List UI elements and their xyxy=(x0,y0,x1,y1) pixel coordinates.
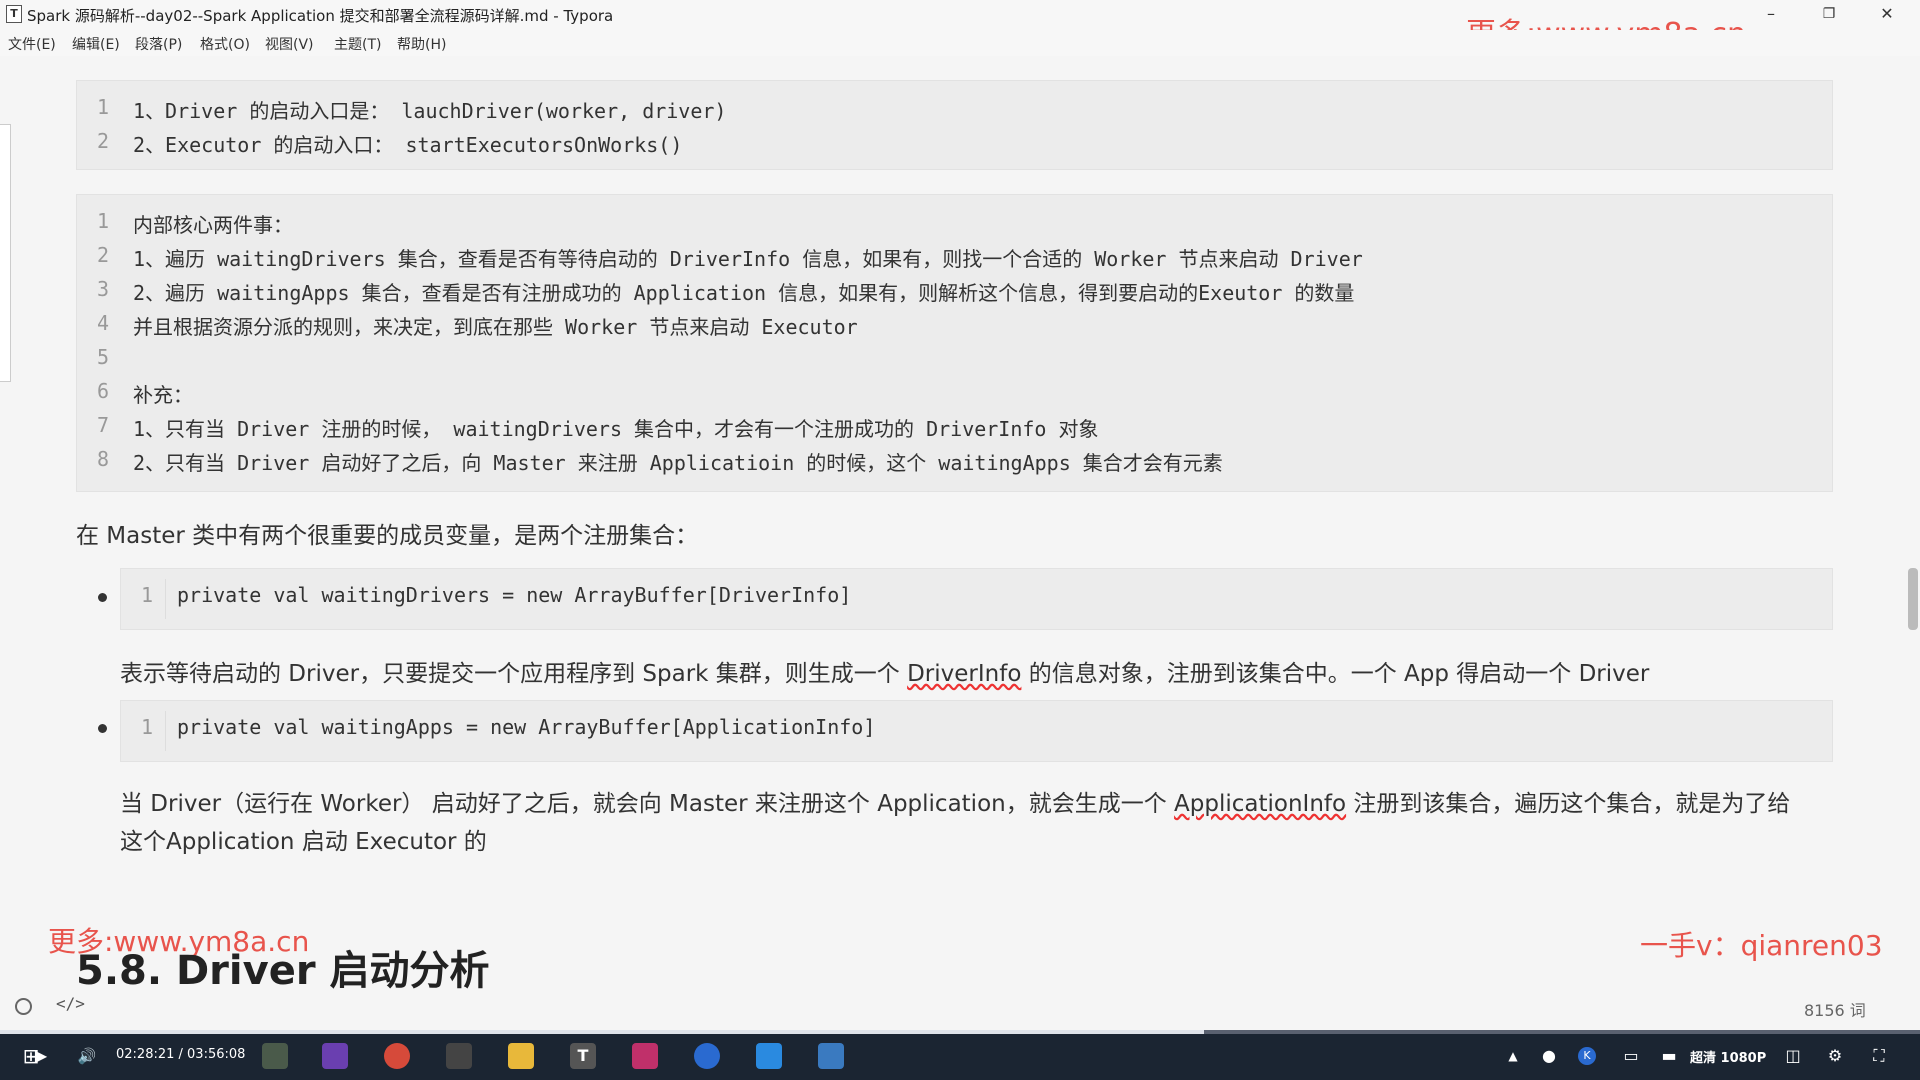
menu-bar: 文件(E) 编辑(E) 段落(P) 格式(O) 视图(V) 主题(T) 帮助(H… xyxy=(0,30,1920,56)
source-mode-icon[interactable]: </> xyxy=(56,994,85,1013)
video-quality[interactable]: 超清 1080P xyxy=(1690,1047,1766,1066)
restore-button[interactable]: ❐ xyxy=(1806,0,1852,30)
chevron-up-icon[interactable]: ▲ xyxy=(1500,1043,1526,1069)
code-text: 并且根据资源分派的规则，来决定，到底在那些 Worker 节点来启动 Execu… xyxy=(133,315,858,339)
chrome-icon[interactable] xyxy=(384,1043,410,1069)
minimize-button[interactable]: – xyxy=(1748,0,1794,30)
menu-view[interactable]: 视图(V) xyxy=(265,34,314,54)
word-count[interactable]: 8156 词 xyxy=(1804,997,1866,1021)
file-explorer-icon[interactable] xyxy=(508,1043,534,1069)
volume-icon[interactable]: 🔊 xyxy=(74,1043,100,1069)
playback-time: 02:28:21 / 03:56:08 xyxy=(116,1047,246,1062)
video-progress-bar[interactable] xyxy=(0,1030,1920,1034)
keyboard-icon[interactable]: ▬ xyxy=(1656,1043,1682,1069)
paragraph-master-members: 在 Master 类中有两个很重要的成员变量，是两个注册集合： xyxy=(76,523,699,549)
video-progress-fill xyxy=(0,1030,1204,1034)
line-number: 2 xyxy=(96,129,109,153)
scrollbar-thumb[interactable] xyxy=(1908,568,1918,630)
line-number: 1 xyxy=(140,715,153,739)
fullscreen-icon[interactable]: ⛶ xyxy=(1866,1043,1892,1069)
close-button[interactable]: ✕ xyxy=(1864,0,1910,30)
screenshot-icon[interactable]: ◫ xyxy=(1780,1043,1806,1069)
typora-app-icon: T xyxy=(6,5,22,23)
blue-app-icon[interactable] xyxy=(756,1043,782,1069)
k-tray-icon[interactable]: K xyxy=(1578,1047,1596,1065)
unity-icon[interactable] xyxy=(446,1043,472,1069)
line-number: 5 xyxy=(96,345,109,369)
line-number: 7 xyxy=(96,413,109,437)
typora-taskbar-icon[interactable]: T xyxy=(570,1043,596,1069)
microphone-icon[interactable]: ● xyxy=(1536,1043,1562,1069)
text-segment: 的信息对象，注册到该集合中。一个 App 得启动一个 Driver xyxy=(1021,661,1650,687)
menu-format[interactable]: 格式(O) xyxy=(200,34,250,54)
code-text: 1、只有当 Driver 注册的时候， waitingDrivers 集合中，才… xyxy=(133,417,1099,441)
watermark-bottom-right: 一手v：qianren03 xyxy=(1640,929,1883,962)
code-text: private val waitingDrivers = new ArrayBu… xyxy=(177,583,852,607)
paragraph-waiting-drivers: 表示等待启动的 Driver，只要提交一个应用程序到 Spark 集群，则生成一… xyxy=(120,654,1649,688)
bullet-point xyxy=(98,724,107,733)
misspelled-word: DriverInfo xyxy=(907,661,1022,687)
menu-theme[interactable]: 主题(T) xyxy=(334,34,381,54)
line-number: 6 xyxy=(96,379,109,403)
photos-icon[interactable] xyxy=(818,1043,844,1069)
sidebar-toggle-tab[interactable] xyxy=(0,124,11,382)
paragraph-waiting-apps-line2: 这个Application 启动 Executor 的 xyxy=(120,829,487,855)
text-segment: 注册到该集合，遍历这个集合，就是为了给 xyxy=(1346,791,1791,817)
code-text: 补充： xyxy=(133,383,193,407)
misspelled-word: ApplicationInfo xyxy=(1174,791,1347,817)
status-bar: </> 8156 词 xyxy=(0,990,1920,1020)
line-number: 1 xyxy=(140,583,153,607)
code-text: 1、Driver 的启动入口是： lauchDriver(worker, dri… xyxy=(133,99,727,123)
code-text: 1、遍历 waitingDrivers 集合，查看是否有等待启动的 Driver… xyxy=(133,247,1363,271)
line-number: 4 xyxy=(96,311,109,335)
outline-toggle-icon[interactable] xyxy=(15,998,32,1015)
section-heading: 5.8. Driver 启动分析 xyxy=(76,948,490,994)
text-segment: 当 Driver（运行在 Worker） 启动好了之后，就会向 Master 来… xyxy=(120,791,1175,817)
settings-icon[interactable]: ⚙ xyxy=(1822,1043,1848,1069)
text-segment: 表示等待启动的 Driver，只要提交一个应用程序到 Spark 集群，则生成一… xyxy=(120,661,908,687)
window-title: Spark 源码解析--day02--Spark Application 提交和… xyxy=(27,7,614,25)
paragraph-waiting-apps: 当 Driver（运行在 Worker） 启动好了之后，就会向 Master 来… xyxy=(120,784,1790,818)
line-number: 2 xyxy=(96,243,109,267)
code-text: private val waitingApps = new ArrayBuffe… xyxy=(177,715,876,739)
line-number: 8 xyxy=(96,447,109,471)
line-number: 1 xyxy=(96,95,109,119)
code-text: 内部核心两件事： xyxy=(133,213,293,237)
taskbar: ⊞ ▶ 🔊 02:28:21 / 03:56:08 T ▲ ● K ▭ ▬ 超清… xyxy=(0,1030,1920,1080)
menu-edit[interactable]: 编辑(E) xyxy=(72,34,120,54)
line-number: 3 xyxy=(96,277,109,301)
bullet-point xyxy=(98,593,107,602)
code-block-waiting-drivers[interactable]: 1 private val waitingDrivers = new Array… xyxy=(120,568,1833,630)
line-divider xyxy=(165,711,166,751)
app-icon-gear[interactable] xyxy=(262,1043,288,1069)
visual-studio-icon[interactable] xyxy=(322,1043,348,1069)
menu-paragraph[interactable]: 段落(P) xyxy=(135,34,182,54)
menu-help[interactable]: 帮助(H) xyxy=(397,34,446,54)
line-divider xyxy=(165,579,166,619)
intellij-icon[interactable] xyxy=(632,1043,658,1069)
code-text: 2、Executor 的启动入口： startExecutorsOnWorks(… xyxy=(133,133,683,157)
k-app-icon[interactable] xyxy=(694,1043,720,1069)
code-block-waiting-apps[interactable]: 1 private val waitingApps = new ArrayBuf… xyxy=(120,700,1833,762)
code-block-entry-points[interactable]: 1 1、Driver 的启动入口是： lauchDriver(worker, d… xyxy=(76,80,1833,170)
play-icon[interactable]: ▶ xyxy=(28,1043,54,1069)
code-text: 2、遍历 waitingApps 集合，查看是否有注册成功的 Applicati… xyxy=(133,281,1355,305)
line-number: 1 xyxy=(96,209,109,233)
menu-file[interactable]: 文件(E) xyxy=(8,34,56,54)
code-text: 2、只有当 Driver 启动好了之后，向 Master 来注册 Applica… xyxy=(133,451,1223,475)
display-icon[interactable]: ▭ xyxy=(1618,1043,1644,1069)
code-block-core-logic[interactable]: 1 内部核心两件事： 2 1、遍历 waitingDrivers 集合，查看是否… xyxy=(76,194,1833,492)
